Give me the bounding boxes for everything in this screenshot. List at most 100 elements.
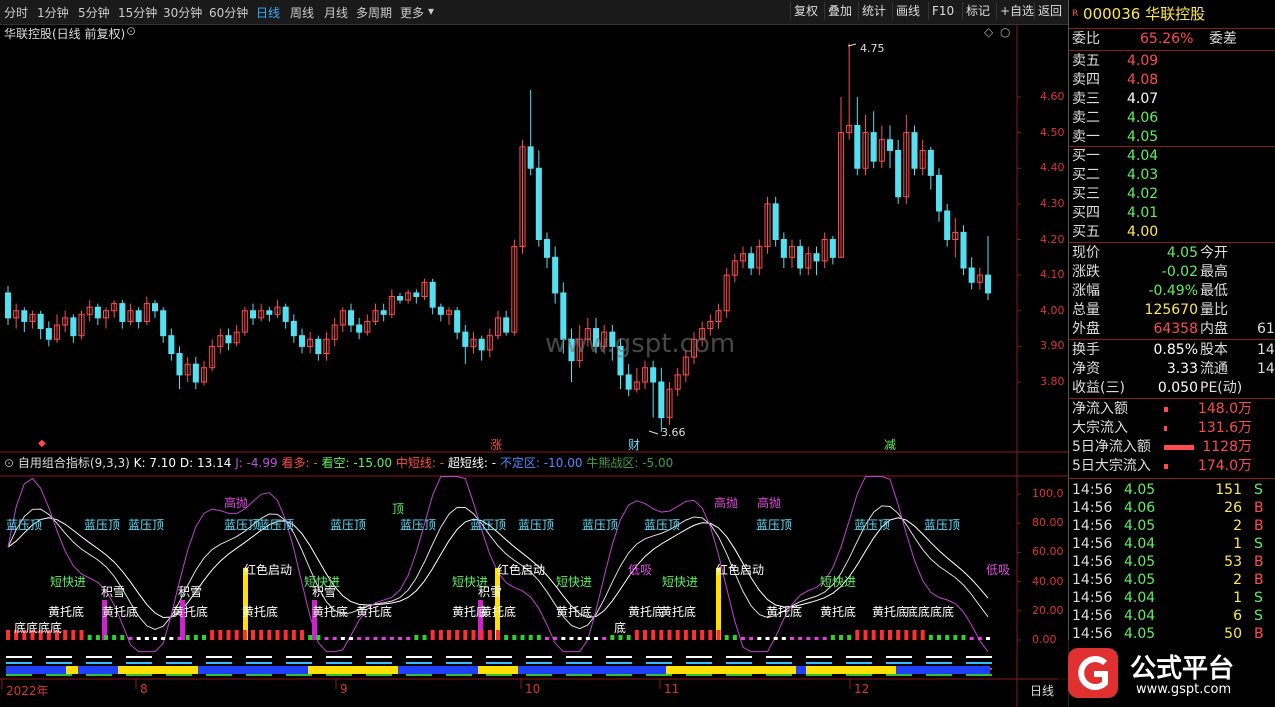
band-segment [806,656,832,658]
histogram-bar [324,637,329,640]
flow-label: 5日大宗流入 [1072,458,1151,474]
panel-row: 14:56 4.05 53 B [1072,553,1272,572]
period-tab-4[interactable]: 30分钟 [163,4,202,21]
toolbar-button-6[interactable]: +自选 [996,2,1037,20]
ask-price: 4.06 [1127,110,1159,126]
date-label: 12 [854,682,870,696]
ask-label: 卖二 [1072,110,1100,126]
period-tab-3[interactable]: 15分钟 [118,4,157,21]
candle-body [21,310,28,322]
candle-body [813,253,820,262]
stat-label: 收益(三) [1072,380,1125,396]
panel-row: 买一 4.04 [1072,147,1272,166]
panel-row: 现价 4.05 今开 [1072,244,1272,263]
signal-annotation: 蓝压顶 [84,518,121,532]
flow-label: 5日净流入额 [1072,439,1151,455]
period-tab-6[interactable]: 日线 [256,4,280,21]
trend-stripe [198,666,308,674]
stat-value: -0.02 [1161,264,1198,280]
trend-stripe [118,666,198,674]
low-pointer [648,430,659,435]
tick-volume: 2 [1233,572,1242,588]
period-label[interactable]: 日线 [1030,682,1054,699]
toolbar-button-3[interactable]: 画线 [892,2,923,20]
candle-body [968,267,975,283]
band-segment [246,656,272,658]
band-segment [206,662,232,664]
histogram-bar [961,635,966,640]
event-marker[interactable]: 涨 [490,436,502,453]
histogram-bar [651,630,656,640]
period-tab-8[interactable]: 月线 [324,4,348,21]
panel-row: 14:56 4.04 1 S [1072,535,1272,554]
panel-row: 14:56 4.05 151 S [1072,481,1272,500]
price-tick: 4.60 [1040,90,1065,103]
histogram-bar [675,630,680,640]
event-marker[interactable]: 财 [628,436,640,453]
candle-body [658,381,665,419]
chart-area[interactable]: 华联控股(日线 前复权) ⊙ ◇ ○ 4.75 3.66 www.gspt.co… [0,24,1068,707]
stat-right-value: 14 [1257,361,1275,377]
band-segment [406,674,432,676]
stat-right-label: 股本 [1200,342,1228,358]
flow-bar [1164,426,1167,431]
period-tab-0[interactable]: 分时 [4,4,28,21]
panel-row: 买五 4.00 [1072,223,1272,242]
histogram-bar [594,637,598,640]
histogram-bar [283,630,288,640]
tick-price: 4.05 [1124,554,1156,570]
band-segment [46,662,72,664]
panel-row: 卖三 4.07 [1072,90,1272,109]
bid-price: 4.04 [1127,148,1159,164]
diamond-icon[interactable]: ◇ [984,25,993,39]
histogram-bar [904,630,909,640]
flow-value: 131.6万 [1197,420,1252,436]
price-tick: 4.30 [1040,196,1065,210]
toolbar-button-4[interactable]: F10 [928,2,957,20]
signal-annotation: 黄托底 [766,605,803,619]
toolbar-button-2[interactable]: 统计 [858,2,889,20]
signal-annotation: 黄托底 [312,605,349,619]
divider [1069,398,1275,399]
bid-label: 买四 [1072,205,1100,221]
period-tab-1[interactable]: 1分钟 [37,4,69,21]
signal-annotation: 积雪 [178,585,203,599]
divider [1069,50,1275,51]
settings-circle-icon[interactable]: ○ [1000,25,1010,39]
histogram-bar [724,635,729,640]
period-tab-5[interactable]: 60分钟 [209,4,248,21]
panel-row: 卖四 4.08 [1072,71,1272,90]
toolbar-button-7[interactable]: 返回 [1034,2,1065,20]
toolbar-button-0[interactable]: 复权 [790,2,821,20]
candle-body [527,146,534,169]
panel-row: 净流入额 148.0万 [1072,400,1272,419]
band-segment [726,656,752,658]
band-segment [486,674,512,676]
flow-value: 148.0万 [1197,401,1252,417]
ask-label: 卖一 [1072,129,1100,145]
histogram-bar [708,630,713,640]
signal-annotation: 黄托底 [172,605,209,619]
candle-body [886,139,894,151]
dropdown-circle-icon[interactable]: ⊙ [126,24,136,38]
period-tab-9[interactable]: 多周期 [356,4,392,21]
stat-label: 换手 [1072,342,1100,358]
stat-value: 0.85% [1153,342,1198,358]
panel-row: 14:56 4.05 2 B [1072,517,1272,536]
band-segment [406,656,432,658]
event-marker[interactable]: 减 [884,436,896,453]
band-segment [6,662,32,664]
band-segment [686,656,712,658]
histogram-bar [471,630,476,640]
zhongduan-value: 中短线: - [395,456,445,470]
weibi-row: 委比 65.26% 委差 [1072,30,1272,49]
more-chevron-icon[interactable]: ▾ [428,4,434,18]
period-tab-2[interactable]: 5分钟 [78,4,110,21]
period-tab-7[interactable]: 周线 [290,4,314,21]
band-segment [766,662,792,664]
period-tab-10[interactable]: 更多 [400,4,424,21]
toolbar-button-1[interactable]: 叠加 [824,2,855,20]
tick-side: S [1254,608,1263,624]
indicator-circle-icon[interactable]: ⊙ [4,456,14,470]
toolbar-button-5[interactable]: 标记 [962,2,993,20]
